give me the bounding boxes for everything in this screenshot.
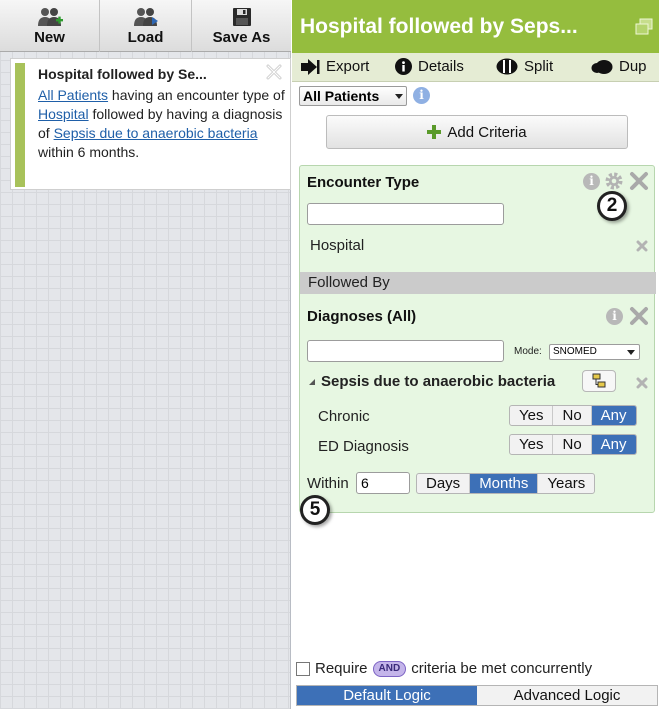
require-post-label: criteria be met concurrently xyxy=(411,660,593,677)
chronic-yes[interactable]: Yes xyxy=(510,406,554,425)
unit-days[interactable]: Days xyxy=(417,474,471,493)
add-criteria-button[interactable]: Add Criteria xyxy=(326,115,628,149)
logic-mode-toggle: Default Logic Advanced Logic xyxy=(296,685,658,706)
editor-header: Hospital followed by Seps... xyxy=(292,0,659,53)
desc-text-1: having an encounter type of xyxy=(108,87,285,103)
details-label: Details xyxy=(418,58,464,75)
within-input[interactable]: 6 xyxy=(356,472,410,494)
desc-text-3: within 6 months. xyxy=(38,144,140,160)
editor-footer: Require AND criteria be met concurrently… xyxy=(292,658,659,709)
new-button[interactable]: New xyxy=(0,0,100,52)
encounter-item-hospital: Hospital xyxy=(310,237,365,254)
details-button[interactable]: Details xyxy=(395,58,464,75)
population-select[interactable]: All Patients xyxy=(299,86,407,106)
hierarchy-icon xyxy=(592,373,606,388)
window-icon[interactable] xyxy=(634,18,654,36)
editor-actions-bar: Export Details Split Dup xyxy=(292,53,659,82)
query-card-status-bar xyxy=(15,63,25,187)
hospital-link[interactable]: Hospital xyxy=(38,106,89,122)
query-card-title: Hospital followed by Se... xyxy=(38,66,207,82)
query-card-description: All Patients having an encounter type of… xyxy=(38,86,288,162)
new-button-label: New xyxy=(34,29,65,46)
save-as-button-label: Save As xyxy=(212,29,271,46)
within-label: Within xyxy=(307,475,349,492)
split-label: Split xyxy=(524,58,554,75)
chevron-down-icon xyxy=(627,350,635,355)
query-list-panel: New Load Save As Hospital followed by Se… xyxy=(0,0,291,709)
hierarchy-button[interactable] xyxy=(582,370,616,392)
callout-badge-5: 5 xyxy=(300,495,330,525)
mode-select-value: SNOMED xyxy=(553,346,597,357)
chronic-no[interactable]: No xyxy=(553,406,592,425)
encounter-search-input[interactable] xyxy=(307,203,504,225)
main-toolbar: New Load Save As xyxy=(0,0,291,52)
query-card[interactable]: Hospital followed by Se... All Patients … xyxy=(10,58,291,190)
export-label: Export xyxy=(326,58,370,75)
ed-diagnosis-toggle: Yes No Any xyxy=(509,434,637,455)
ed-any[interactable]: Any xyxy=(591,435,636,454)
ed-yes[interactable]: Yes xyxy=(510,435,554,454)
ed-no[interactable]: No xyxy=(553,435,592,454)
mode-label: Mode: xyxy=(514,346,542,357)
all-patients-link[interactable]: All Patients xyxy=(38,87,108,103)
criteria-block: Encounter Type i 2 Hospital Followed By … xyxy=(299,165,656,525)
ed-diagnosis-label: ED Diagnosis xyxy=(318,438,409,455)
duplicate-icon xyxy=(591,59,613,74)
plus-icon xyxy=(427,125,442,139)
close-icon[interactable] xyxy=(629,306,649,331)
editor-title: Hospital followed by Seps... xyxy=(300,15,578,38)
info-icon[interactable]: i xyxy=(413,87,430,104)
save-as-button[interactable]: Save As xyxy=(192,0,291,52)
advanced-logic-tab[interactable]: Advanced Logic xyxy=(477,686,657,705)
duplicate-button[interactable]: Dup xyxy=(591,58,647,75)
split-button[interactable]: Split xyxy=(496,58,553,75)
sepsis-link[interactable]: Sepsis due to anaerobic bacteria xyxy=(54,125,258,141)
unit-months[interactable]: Months xyxy=(470,474,539,493)
load-button-label: Load xyxy=(127,29,164,46)
info-icon[interactable]: i xyxy=(583,173,600,190)
chevron-down-icon xyxy=(395,94,403,99)
users-add-icon xyxy=(37,6,63,28)
info-icon xyxy=(395,58,412,75)
export-button[interactable]: Export xyxy=(300,58,369,75)
diagnosis-item-label: Sepsis due to anaerobic bacteria xyxy=(321,373,556,390)
users-load-icon xyxy=(133,6,159,28)
require-concurrent-checkbox[interactable] xyxy=(296,661,310,676)
require-concurrent-row: Require AND criteria be met concurrently xyxy=(296,660,592,677)
diagnosis-item[interactable]: Sepsis due to anaerobic bacteria xyxy=(308,373,555,390)
floppy-disk-icon xyxy=(229,6,255,28)
chronic-label: Chronic xyxy=(318,408,370,425)
diagnoses-search-input[interactable] xyxy=(307,340,504,362)
close-icon[interactable] xyxy=(265,63,283,81)
default-logic-tab[interactable]: Default Logic xyxy=(297,686,477,705)
mode-select[interactable]: SNOMED xyxy=(549,344,640,360)
collapse-triangle-icon xyxy=(309,378,315,385)
app-root: New Load Save As Hospital followed by Se… xyxy=(0,0,659,709)
encounter-type-title: Encounter Type xyxy=(307,174,420,191)
export-arrow-icon xyxy=(301,58,320,75)
require-pre-label: Require xyxy=(315,660,368,677)
split-icon xyxy=(496,58,518,75)
load-button[interactable]: Load xyxy=(100,0,192,52)
add-criteria-label: Add Criteria xyxy=(447,123,527,141)
followed-by-separator: Followed By xyxy=(300,272,656,294)
population-select-value: All Patients xyxy=(303,88,380,104)
diagnoses-title: Diagnoses (All) xyxy=(307,308,417,325)
chronic-any[interactable]: Any xyxy=(591,406,636,425)
close-icon[interactable] xyxy=(636,239,648,257)
unit-years[interactable]: Years xyxy=(538,474,594,493)
and-pill: AND xyxy=(372,660,407,677)
info-icon[interactable]: i xyxy=(606,308,623,325)
close-icon[interactable] xyxy=(629,171,649,196)
close-icon[interactable] xyxy=(636,376,648,394)
within-unit-toggle: Days Months Years xyxy=(416,473,596,494)
query-editor-panel: Hospital followed by Seps... Export Deta… xyxy=(292,0,659,709)
dup-label: Dup xyxy=(619,58,647,75)
chronic-toggle: Yes No Any xyxy=(509,405,637,426)
callout-badge-2: 2 xyxy=(597,191,627,221)
